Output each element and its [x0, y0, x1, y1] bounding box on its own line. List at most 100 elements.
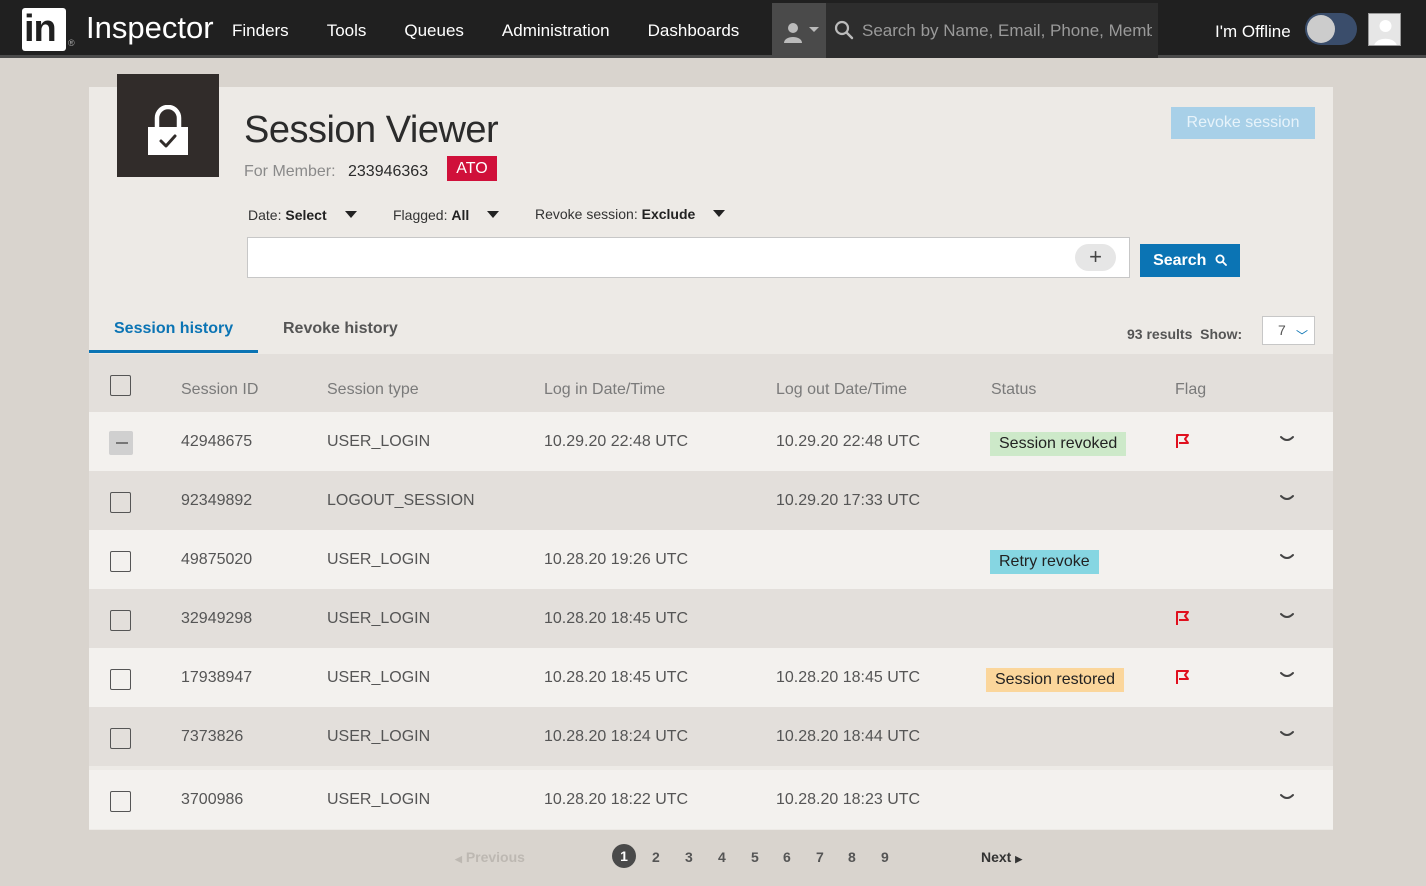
- session-type: USER_LOGIN: [327, 791, 431, 808]
- row-checkbox[interactable]: [110, 610, 131, 631]
- logout-time: 10.29.20 17:33 UTC: [776, 492, 921, 509]
- logout-time: 10.28.20 18:45 UTC: [776, 669, 921, 686]
- table-row[interactable]: 3700986 USER_LOGIN 10.28.20 18:22 UTC 10…: [89, 770, 1333, 829]
- chevron-down-icon[interactable]: [1279, 726, 1295, 742]
- row-checkbox[interactable]: [110, 728, 131, 749]
- session-type: USER_LOGIN: [327, 728, 431, 745]
- member-id: 233946363: [348, 163, 429, 180]
- page-5[interactable]: 5: [751, 849, 759, 865]
- session-search-input[interactable]: [247, 237, 1130, 278]
- table-row[interactable]: 17938947 USER_LOGIN 10.28.20 18:45 UTC 1…: [89, 648, 1333, 707]
- next-page-button[interactable]: Next ▶: [981, 849, 1022, 865]
- login-time: 10.28.20 18:22 UTC: [544, 791, 689, 808]
- status-badge: Session revoked: [990, 432, 1127, 456]
- top-nav-bar: in ® Inspector Finders Tools Queues Admi…: [0, 0, 1426, 58]
- avatar-silhouette-icon: [1374, 20, 1397, 45]
- column-header-flag[interactable]: Flag: [1175, 381, 1206, 399]
- page-size-select[interactable]: 7 ﹀: [1262, 316, 1315, 345]
- revoke-session-filter[interactable]: Revoke session: Exclude: [535, 206, 726, 222]
- nav-link-queues[interactable]: Queues: [404, 21, 464, 41]
- previous-label: Previous: [465, 849, 525, 865]
- search-button[interactable]: Search: [1140, 244, 1240, 277]
- page-8[interactable]: 8: [848, 849, 856, 865]
- search-scope-dropdown[interactable]: [772, 3, 826, 58]
- page-size-value: 7: [1278, 322, 1286, 338]
- chevron-down-icon[interactable]: [1279, 789, 1295, 805]
- date-filter-label: Date:: [248, 207, 282, 223]
- nav-link-administration[interactable]: Administration: [502, 21, 610, 41]
- row-checkbox[interactable]: [109, 431, 133, 455]
- login-time: 10.28.20 18:24 UTC: [544, 728, 689, 745]
- row-checkbox[interactable]: [110, 791, 131, 812]
- chevron-down-icon[interactable]: [1279, 431, 1295, 447]
- chevron-down-icon[interactable]: [1279, 549, 1295, 565]
- page-3[interactable]: 3: [685, 849, 693, 865]
- caret-down-icon: [344, 211, 357, 218]
- column-header-status[interactable]: Status: [991, 381, 1036, 399]
- column-header-login[interactable]: Log in Date/Time: [544, 381, 665, 399]
- session-id: 7373826: [181, 728, 244, 745]
- row-checkbox[interactable]: [110, 669, 131, 690]
- session-viewer-icon: [117, 74, 219, 177]
- offline-label: I'm Offline: [1215, 22, 1291, 41]
- session-id: 3700986: [181, 791, 244, 808]
- select-all-checkbox[interactable]: [110, 375, 131, 396]
- column-header-session-type[interactable]: Session type: [327, 381, 419, 399]
- page-4[interactable]: 4: [718, 849, 726, 865]
- status-badge: Retry revoke: [990, 550, 1099, 574]
- active-tab-underline: [89, 350, 258, 353]
- registered-mark: ®: [68, 38, 75, 48]
- session-type: USER_LOGIN: [327, 669, 431, 686]
- app-brand[interactable]: Inspector: [86, 10, 214, 46]
- linkedin-logo[interactable]: in: [22, 8, 66, 51]
- tab-revoke-history[interactable]: Revoke history: [283, 320, 398, 338]
- next-label: Next: [981, 849, 1012, 865]
- flagged-filter[interactable]: Flagged: All: [393, 207, 500, 223]
- results-count: 93 results: [1127, 326, 1193, 342]
- flagged-filter-label: Flagged:: [393, 207, 448, 223]
- date-filter[interactable]: Date: Select: [248, 207, 357, 223]
- caret-left-icon: ◀: [455, 854, 462, 864]
- previous-page-button[interactable]: ◀ Previous: [455, 849, 525, 865]
- row-checkbox[interactable]: [110, 492, 131, 513]
- login-time: 10.29.20 22:48 UTC: [544, 433, 689, 450]
- session-id: 32949298: [181, 610, 253, 627]
- global-search-input[interactable]: [862, 19, 1152, 43]
- for-member-label: For Member:: [244, 163, 336, 180]
- session-id: 42948675: [181, 433, 253, 450]
- page-2[interactable]: 2: [652, 849, 660, 865]
- nav-links: Finders Tools Queues Administration Dash…: [232, 21, 777, 41]
- page-6[interactable]: 6: [783, 849, 791, 865]
- table-row[interactable]: 92349892 LOGOUT_SESSION 10.29.20 17:33 U…: [89, 471, 1333, 530]
- logout-time: 10.29.20 22:48 UTC: [776, 433, 921, 450]
- tab-session-history[interactable]: Session history: [114, 320, 233, 338]
- page-7[interactable]: 7: [816, 849, 824, 865]
- nav-link-tools[interactable]: Tools: [327, 21, 367, 41]
- caret-down-icon: [713, 210, 726, 217]
- column-header-logout[interactable]: Log out Date/Time: [776, 381, 907, 399]
- session-type: USER_LOGIN: [327, 551, 431, 568]
- table-header: [89, 354, 1333, 412]
- page-1-current[interactable]: 1: [612, 844, 636, 868]
- chevron-down-icon: ﹀: [1296, 329, 1309, 343]
- revoke-session-button[interactable]: Revoke session: [1171, 107, 1315, 139]
- chevron-down-icon[interactable]: [1279, 490, 1295, 506]
- person-icon: [784, 23, 802, 43]
- page-9[interactable]: 9: [881, 849, 889, 865]
- logout-time: 10.28.20 18:44 UTC: [776, 728, 921, 745]
- results-summary: 93 results Show:: [1127, 326, 1242, 342]
- nav-link-finders[interactable]: Finders: [232, 21, 289, 41]
- chevron-down-icon[interactable]: [1279, 608, 1295, 624]
- column-header-session-id[interactable]: Session ID: [181, 381, 258, 399]
- nav-link-dashboards[interactable]: Dashboards: [648, 21, 740, 41]
- add-filter-button[interactable]: +: [1075, 244, 1116, 271]
- avatar[interactable]: [1368, 13, 1401, 46]
- session-id: 49875020: [181, 551, 253, 568]
- table-row[interactable]: 7373826 USER_LOGIN 10.28.20 18:24 UTC 10…: [89, 707, 1333, 766]
- table-row[interactable]: 42948675 USER_LOGIN 10.29.20 22:48 UTC 1…: [89, 412, 1333, 471]
- table-row[interactable]: 32949298 USER_LOGIN 10.28.20 18:45 UTC: [89, 589, 1333, 648]
- row-checkbox[interactable]: [110, 551, 131, 572]
- table-row[interactable]: 49875020 USER_LOGIN 10.28.20 19:26 UTC R…: [89, 530, 1333, 589]
- offline-toggle[interactable]: [1305, 13, 1357, 45]
- chevron-down-icon[interactable]: [1279, 667, 1295, 683]
